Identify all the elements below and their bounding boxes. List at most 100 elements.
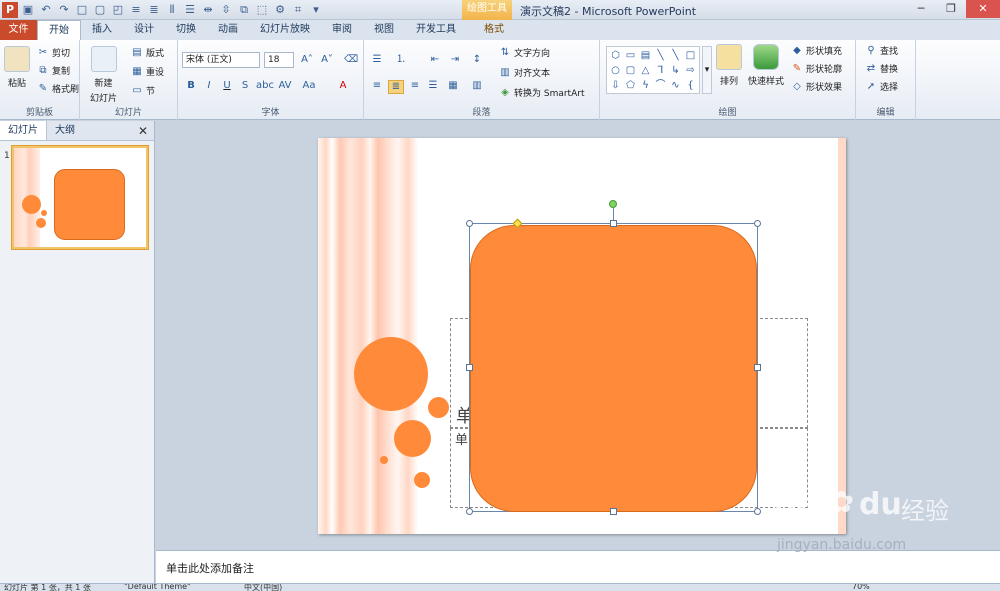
reset-button[interactable]: ▦ 重设	[130, 65, 164, 79]
replace-button[interactable]: ⇄ 替换	[864, 62, 898, 76]
rotation-handle[interactable]	[609, 200, 617, 208]
customize-icon[interactable]: ▾	[308, 2, 324, 18]
redo-icon[interactable]: ↷	[56, 2, 72, 18]
shape-outline-button[interactable]: ✎ 形状轮廓	[790, 62, 842, 76]
shapes-gallery[interactable]: ⬡ ▭ ▤ ╲ ╲ □ ○ ▢ △ ⅂ ↳ ⇨ ⇩ ⬠ ϟ ⌒ ∿{	[606, 46, 700, 94]
font-name-combo[interactable]: 宋体 (正文)	[182, 52, 260, 68]
clear-format-button[interactable]: ⌫	[344, 54, 358, 66]
tab-slideshow[interactable]: 幻灯片放映	[249, 20, 321, 40]
shape-brace-icon[interactable]: {	[683, 78, 698, 93]
justify-button[interactable]: ☰	[426, 80, 440, 92]
char-spacing-button[interactable]: AV	[278, 80, 292, 92]
qat-align-icon[interactable]: ≡	[128, 2, 144, 18]
status-zoom[interactable]: 70%	[852, 584, 870, 591]
shape-arrow-icon[interactable]: ⇨	[683, 63, 698, 78]
resize-handle-bottom-right[interactable]	[754, 508, 761, 515]
line-spacing-button[interactable]: ↕	[470, 54, 484, 66]
grow-font-button[interactable]: A˄	[300, 54, 314, 66]
layout-button[interactable]: ▤ 版式	[130, 46, 164, 60]
bullets-button[interactable]: ☰	[370, 54, 384, 66]
align-center-button[interactable]: ≣	[388, 80, 404, 94]
close-panel-icon[interactable]: ✕	[138, 124, 148, 138]
columns-button[interactable]: ▥	[470, 80, 484, 92]
bold-button[interactable]: B	[184, 80, 198, 92]
qat-group-icon[interactable]: ⬚	[254, 2, 270, 18]
shape-hexagon-icon[interactable]: ⬡	[608, 48, 623, 63]
shape-textbox-icon[interactable]: ▤	[638, 48, 653, 63]
qat-distribute-icon[interactable]: ⇳	[218, 2, 234, 18]
align-left-button[interactable]: ≡	[370, 80, 384, 92]
resize-handle-right[interactable]	[754, 364, 761, 371]
change-case-button[interactable]: Aa	[302, 80, 316, 92]
shape-line-icon[interactable]: ╲	[653, 48, 668, 63]
rounded-rectangle-shape[interactable]	[470, 225, 757, 512]
paste-button[interactable]: 粘贴	[4, 46, 30, 89]
minimize-icon[interactable]: ─	[906, 0, 936, 18]
save-icon[interactable]: ▣	[20, 2, 36, 18]
qat-align-icon[interactable]: ≣	[146, 2, 162, 18]
font-size-combo[interactable]: 18	[264, 52, 294, 68]
shape-curve-icon[interactable]: ∿	[668, 78, 683, 93]
tab-slides[interactable]: 幻灯片	[0, 121, 47, 140]
status-language[interactable]: 中文(中国)	[244, 584, 282, 591]
tab-home[interactable]: 开始	[37, 20, 81, 40]
quick-styles-button[interactable]: 快速样式	[748, 44, 784, 87]
gallery-scroll[interactable]: ▾	[702, 46, 712, 94]
resize-handle-top-left[interactable]	[466, 220, 473, 227]
qat-shape-icon[interactable]: ◰	[110, 2, 126, 18]
qat-shape-icon[interactable]: ▢	[92, 2, 108, 18]
tab-design[interactable]: 设计	[123, 20, 165, 40]
italic-button[interactable]: I	[202, 80, 216, 92]
shadow-button[interactable]: S	[238, 80, 252, 92]
qat-shape-icon[interactable]: □	[74, 2, 90, 18]
cut-button[interactable]: ✂ 剪切	[36, 46, 70, 60]
shape-rect-icon[interactable]: ▢	[623, 63, 638, 78]
shape-curve-icon[interactable]: ⌒	[653, 78, 668, 93]
tab-view[interactable]: 视图	[363, 20, 405, 40]
shape-line-icon[interactable]: ╲	[668, 48, 683, 63]
format-painter-button[interactable]: ✎ 格式刷	[36, 82, 79, 96]
qat-align-icon[interactable]: ☰	[182, 2, 198, 18]
powerpoint-logo-icon[interactable]: P	[2, 2, 18, 18]
shape-bolt-icon[interactable]: ϟ	[638, 78, 653, 93]
resize-handle-bottom-left[interactable]	[466, 508, 473, 515]
numbering-button[interactable]: ⒈	[394, 54, 408, 66]
text-direction-button[interactable]: ⇅ 文字方向	[498, 46, 550, 60]
shape-arrow-icon[interactable]: ⇩	[608, 78, 623, 93]
shape-connector-icon[interactable]: ↳	[668, 63, 683, 78]
qat-distribute-icon[interactable]: ⇹	[200, 2, 216, 18]
close-icon[interactable]: ✕	[966, 0, 1000, 18]
tab-transitions[interactable]: 切换	[165, 20, 207, 40]
new-slide-button[interactable]: 新建 幻灯片	[90, 46, 117, 104]
tab-developer[interactable]: 开发工具	[405, 20, 467, 40]
shape-rect-icon[interactable]: □	[683, 48, 698, 63]
strikethrough-button[interactable]: abc	[256, 80, 274, 92]
qat-align-icon[interactable]: ⫴	[164, 2, 180, 18]
shrink-font-button[interactable]: A˅	[320, 54, 334, 66]
underline-button[interactable]: U	[220, 80, 234, 92]
maximize-icon[interactable]: ❐	[936, 0, 966, 18]
copy-button[interactable]: ⧉ 复制	[36, 64, 70, 78]
tab-insert[interactable]: 插入	[81, 20, 123, 40]
select-button[interactable]: ➚ 选择	[864, 80, 898, 94]
tab-animations[interactable]: 动画	[207, 20, 249, 40]
shape-fill-button[interactable]: ◆ 形状填充	[790, 44, 842, 58]
increase-indent-button[interactable]: ⇥	[448, 54, 462, 66]
resize-handle-left[interactable]	[466, 364, 473, 371]
qat-shape-icon[interactable]: ⌗	[290, 2, 306, 18]
shape-oval-icon[interactable]: ○	[608, 63, 623, 78]
qat-shape-icon[interactable]: ⚙	[272, 2, 288, 18]
slide-thumbnail[interactable]	[12, 146, 148, 249]
distribute-button[interactable]: ▦	[446, 80, 460, 92]
shape-rect-icon[interactable]: ▭	[623, 48, 638, 63]
qat-group-icon[interactable]: ⧉	[236, 2, 252, 18]
shape-triangle-icon[interactable]: △	[638, 63, 653, 78]
undo-icon[interactable]: ↶	[38, 2, 54, 18]
section-button[interactable]: ▭ 节	[130, 84, 155, 98]
resize-handle-top[interactable]	[610, 220, 617, 227]
resize-handle-bottom[interactable]	[610, 508, 617, 515]
smartart-button[interactable]: ◈ 转换为 SmartArt	[498, 86, 584, 100]
align-right-button[interactable]: ≡	[408, 80, 422, 92]
shape-connector-icon[interactable]: ⅂	[653, 63, 668, 78]
tab-review[interactable]: 审阅	[321, 20, 363, 40]
